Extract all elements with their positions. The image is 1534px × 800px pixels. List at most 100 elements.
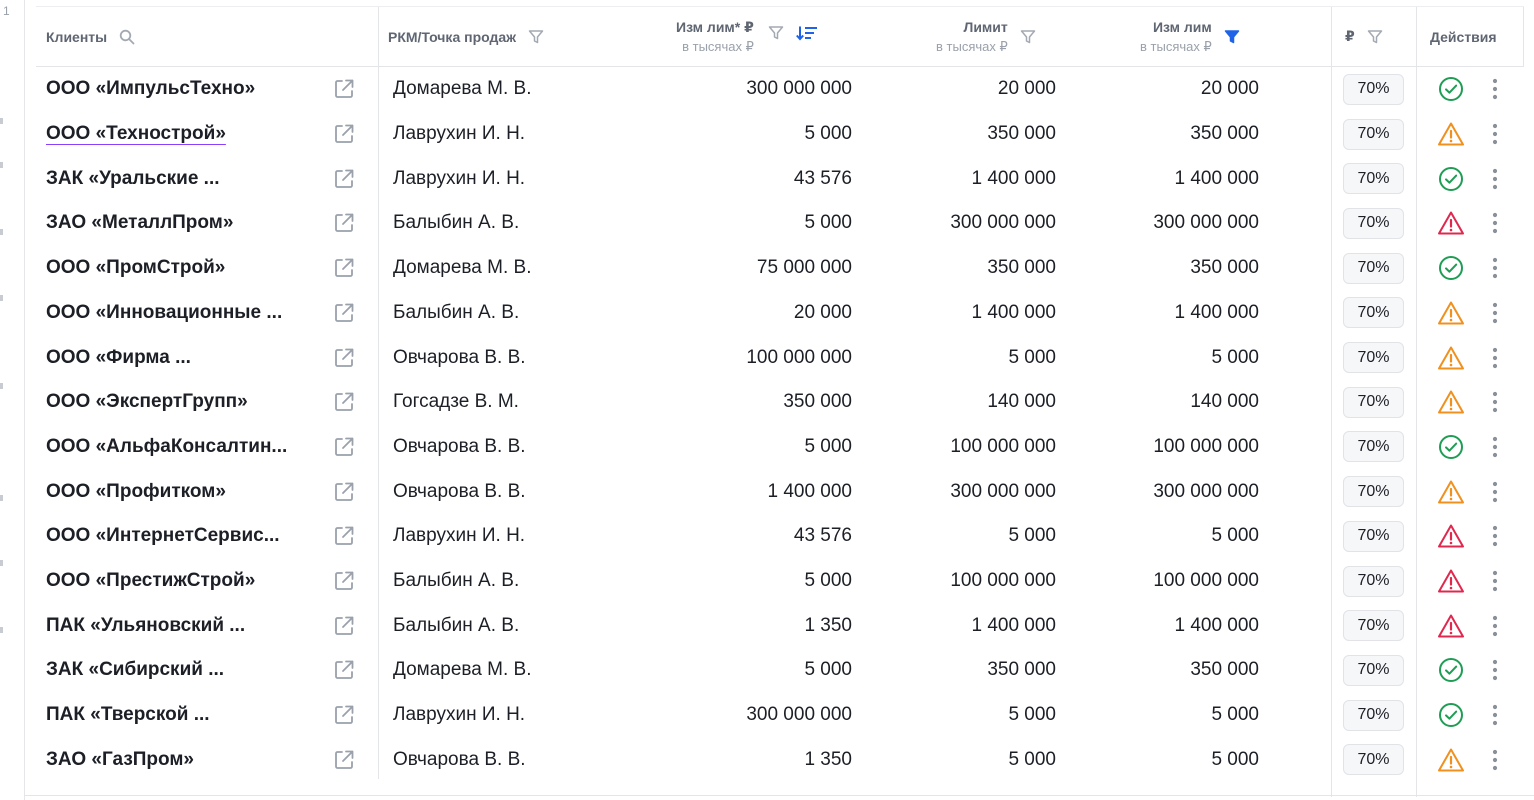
- more-actions-icon[interactable]: [1483, 291, 1507, 336]
- table-row[interactable]: ООО «Технострой» Лаврухин И. Н. 5 000 350 0…: [36, 112, 1524, 157]
- sort-descending-icon[interactable]: [795, 25, 818, 41]
- more-actions-icon[interactable]: [1483, 603, 1507, 648]
- more-actions-icon[interactable]: [1483, 738, 1507, 783]
- percent-badge[interactable]: 70%: [1343, 431, 1404, 463]
- percent-badge[interactable]: 70%: [1343, 610, 1404, 642]
- percent-badge[interactable]: 70%: [1343, 118, 1404, 150]
- more-actions-icon[interactable]: [1483, 201, 1507, 246]
- warning-triangle-icon: [1437, 738, 1465, 783]
- izm-lim-value: 350 000: [1190, 123, 1259, 145]
- client-name[interactable]: ПАК «Тверской ...: [46, 693, 318, 738]
- client-name[interactable]: ООО «ПрестижСтрой»: [46, 559, 318, 604]
- percent-badge[interactable]: 70%: [1343, 73, 1404, 105]
- search-icon[interactable]: [119, 29, 135, 45]
- table-row[interactable]: ЗАО «ГазПром» Овчарова В. В. 1 350 5 000 5 0…: [36, 738, 1524, 783]
- table-row[interactable]: ПАК «Тверской ... Лаврухин И. Н. 300 000 0…: [36, 693, 1524, 738]
- external-link-icon[interactable]: [332, 648, 356, 693]
- external-link-icon[interactable]: [332, 603, 356, 648]
- filter-icon[interactable]: [768, 25, 784, 41]
- external-link-icon[interactable]: [332, 425, 356, 470]
- table-row[interactable]: ЗАК «Уральские ... Лаврухин И. Н. 43 576 1 …: [36, 156, 1524, 201]
- external-link-icon[interactable]: [332, 469, 356, 514]
- client-name[interactable]: ООО «ИмпульсТехно»: [46, 67, 318, 112]
- client-name[interactable]: ООО «Фирма ...: [46, 335, 318, 380]
- percent-badge[interactable]: 70%: [1343, 654, 1404, 686]
- percent-badge[interactable]: 70%: [1343, 699, 1404, 731]
- table-row[interactable]: ООО «ИмпульсТехно» Домарева М. В. 300 000 …: [36, 67, 1524, 112]
- client-name[interactable]: ООО «Технострой»: [46, 112, 318, 157]
- client-name[interactable]: ООО «АльфаКонсалтин...: [46, 425, 318, 470]
- external-link-icon[interactable]: [332, 514, 356, 559]
- filter-icon[interactable]: [1367, 29, 1383, 45]
- table-row[interactable]: ПАК «Ульяновский ... Балыбин А. В. 1 350 1 …: [36, 603, 1524, 648]
- client-name[interactable]: ЗАО «ГазПром»: [46, 738, 318, 783]
- percent-badge[interactable]: 70%: [1343, 342, 1404, 374]
- percent-badge[interactable]: 70%: [1343, 297, 1404, 329]
- izm-lim-value: 5 000: [1211, 525, 1259, 547]
- external-link-icon[interactable]: [332, 246, 356, 291]
- percent-badge[interactable]: 70%: [1343, 565, 1404, 597]
- percent-badge[interactable]: 70%: [1343, 207, 1404, 239]
- more-actions-icon[interactable]: [1483, 156, 1507, 201]
- filter-icon[interactable]: [528, 29, 544, 45]
- more-actions-icon[interactable]: [1483, 514, 1507, 559]
- client-name[interactable]: ООО «ЭкспертГрупп»: [46, 380, 318, 425]
- table-row[interactable]: ООО «Профитком» Овчарова В. В. 1 400 000 30…: [36, 469, 1524, 514]
- percent-badge[interactable]: 70%: [1343, 386, 1404, 418]
- client-name[interactable]: ООО «Профитком»: [46, 469, 318, 514]
- table-row[interactable]: ООО «ИнтернетСервис... Лаврухин И. Н. 43 5…: [36, 514, 1524, 559]
- external-link-icon[interactable]: [332, 67, 356, 112]
- percent-badge[interactable]: 70%: [1343, 744, 1404, 776]
- izm-lim-star-value: 20 000: [793, 301, 852, 323]
- external-link-icon[interactable]: [332, 693, 356, 738]
- percent-badge[interactable]: 70%: [1343, 252, 1404, 284]
- client-name[interactable]: ООО «ИнтернетСервис...: [46, 514, 318, 559]
- table-row[interactable]: ООО «ПрестижСтрой» Балыбин А. В. 5 000 100 …: [36, 559, 1524, 604]
- more-actions-icon[interactable]: [1483, 67, 1507, 112]
- manager-name: Лаврухин И. Н.: [393, 167, 526, 189]
- more-actions-icon[interactable]: [1483, 693, 1507, 738]
- manager-name: Балыбин А. В.: [393, 614, 520, 636]
- check-circle-icon: [1437, 425, 1465, 470]
- more-actions-icon[interactable]: [1483, 246, 1507, 291]
- percent-badge[interactable]: 70%: [1343, 520, 1404, 552]
- table-row[interactable]: ООО «АльфаКонсалтин... Овчарова В. В. 5 00…: [36, 425, 1524, 470]
- client-name[interactable]: ЗАО «МеталлПром»: [46, 201, 318, 246]
- external-link-icon[interactable]: [332, 738, 356, 783]
- client-name[interactable]: ПАК «Ульяновский ...: [46, 603, 318, 648]
- header-actions: Действия: [1430, 7, 1497, 66]
- more-actions-icon[interactable]: [1483, 425, 1507, 470]
- external-link-icon[interactable]: [332, 201, 356, 246]
- external-link-icon[interactable]: [332, 380, 356, 425]
- client-name[interactable]: ООО «ПромСтрой»: [46, 246, 318, 291]
- more-actions-icon[interactable]: [1483, 335, 1507, 380]
- table-row[interactable]: ЗАК «Сибирский ... Домарева М. В. 5 000 350…: [36, 648, 1524, 693]
- client-name-text: ООО «ПрестижСтрой»: [46, 570, 256, 592]
- more-actions-icon[interactable]: [1483, 648, 1507, 693]
- more-actions-icon[interactable]: [1483, 469, 1507, 514]
- client-name[interactable]: ООО «Инновационные ...: [46, 291, 318, 336]
- percent-badge[interactable]: 70%: [1343, 163, 1404, 195]
- table-row[interactable]: ООО «ЭкспертГрупп» Гогсадзе В. М. 350 000 1…: [36, 380, 1524, 425]
- filter-icon[interactable]: [1020, 29, 1036, 45]
- external-link-icon[interactable]: [332, 112, 356, 157]
- table-row[interactable]: ООО «ПромСтрой» Домарева М. В. 75 000 000 3…: [36, 246, 1524, 291]
- table-row[interactable]: ООО «Инновационные ... Балыбин А. В. 20 00…: [36, 291, 1524, 336]
- external-link-icon[interactable]: [332, 291, 356, 336]
- table-row[interactable]: ООО «Фирма ... Овчарова В. В. 100 000 000 5…: [36, 335, 1524, 380]
- external-link-icon[interactable]: [332, 156, 356, 201]
- table-row[interactable]: ЗАО «МеталлПром» Балыбин А. В. 5 000 300 00…: [36, 201, 1524, 246]
- column-divider: [1523, 7, 1524, 66]
- client-name-text: ЗАК «Уральские ...: [46, 167, 220, 189]
- more-actions-icon[interactable]: [1483, 112, 1507, 157]
- external-link-icon[interactable]: [332, 335, 356, 380]
- client-name[interactable]: ЗАК «Сибирский ...: [46, 648, 318, 693]
- more-actions-icon[interactable]: [1483, 380, 1507, 425]
- percent-badge[interactable]: 70%: [1343, 476, 1404, 508]
- external-link-icon[interactable]: [332, 559, 356, 604]
- client-name-text: ООО «ИнтернетСервис...: [46, 525, 280, 547]
- client-name[interactable]: ЗАК «Уральские ...: [46, 156, 318, 201]
- warning-triangle-icon: [1437, 335, 1465, 380]
- filter-active-icon[interactable]: [1224, 29, 1240, 45]
- more-actions-icon[interactable]: [1483, 559, 1507, 604]
